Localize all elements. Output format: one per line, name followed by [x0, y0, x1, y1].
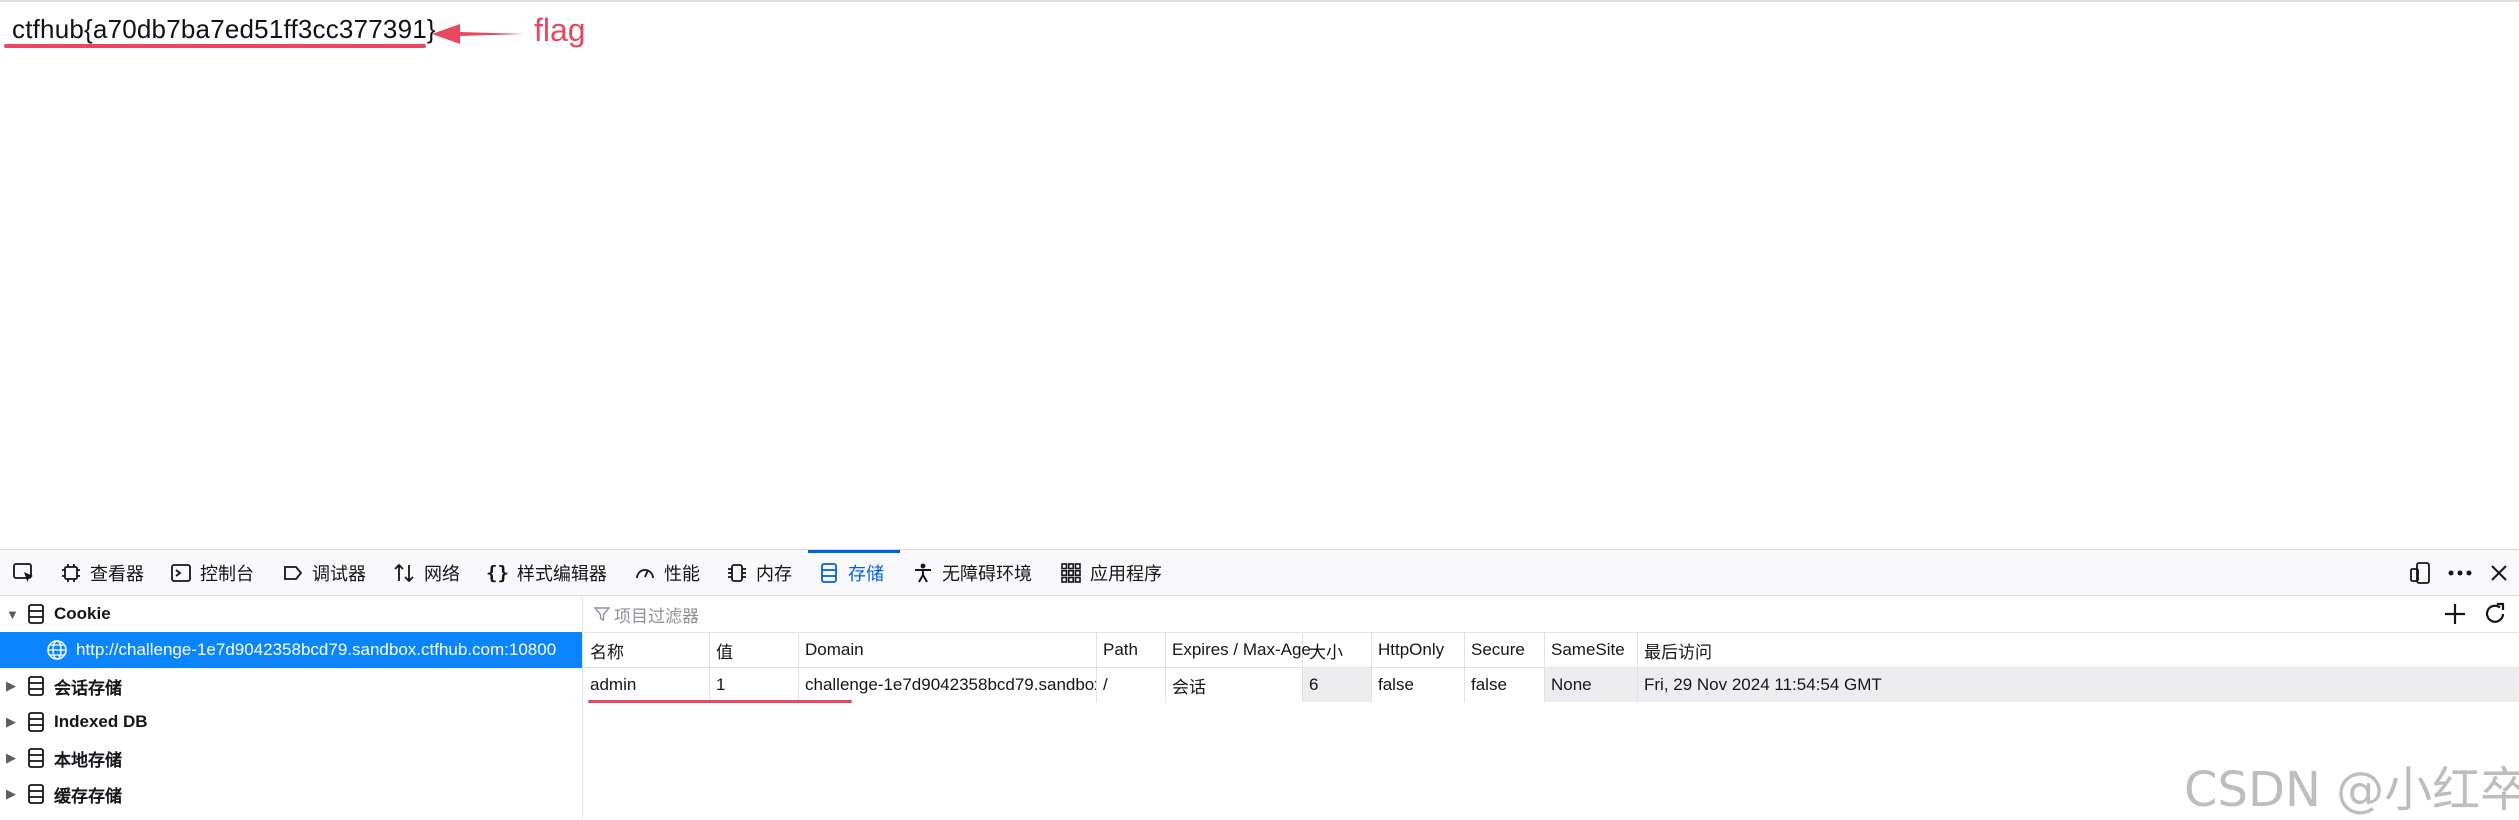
tab-label: 控制台 — [200, 563, 254, 584]
cell-expires[interactable]: 会话 — [1166, 668, 1303, 702]
tab-label: 内存 — [756, 563, 792, 584]
tab-label: 查看器 — [90, 563, 144, 584]
cell-secure[interactable]: false — [1465, 668, 1545, 702]
more-options-button[interactable] — [2446, 550, 2482, 595]
tab-memory[interactable]: 内存 — [726, 550, 792, 595]
cookie-underline-annotation — [588, 700, 852, 703]
column-header-httponly[interactable]: HttpOnly — [1372, 633, 1465, 667]
more-dots-icon — [2448, 570, 2472, 575]
column-header-expires[interactable]: Expires / Max-Age — [1166, 633, 1311, 667]
filter-icon — [594, 607, 610, 622]
storage-icon — [28, 604, 44, 624]
responsive-design-icon — [2410, 561, 2430, 584]
devtools-toolbar: 查看器 控制台 调试器 网络 {} 样式编辑器 性能 内存 存储 无障碍环境 应… — [0, 550, 2519, 596]
tab-application[interactable]: 应用程序 — [1060, 550, 1162, 595]
collapsed-triangle-icon: ▶ — [6, 678, 16, 693]
element-picker-button[interactable] — [12, 550, 44, 595]
globe-icon — [47, 640, 67, 660]
flag-annotation-label: flag — [534, 12, 586, 48]
column-header-size[interactable]: 大小 — [1303, 633, 1372, 667]
close-devtools-button[interactable] — [2488, 550, 2518, 595]
filter-placeholder: 项目过滤器 — [614, 606, 699, 626]
table-header: 名称 值 Domain Path Expires / Max-Age 大小 Ht… — [584, 633, 2519, 668]
close-icon — [2491, 564, 2507, 581]
collapsed-triangle-icon: ▶ — [6, 750, 16, 765]
column-header-value[interactable]: 值 — [710, 633, 799, 667]
filter-bar: 项目过滤器 — [584, 596, 2519, 633]
tab-label: 网络 — [424, 563, 460, 584]
column-header-domain[interactable]: Domain — [799, 633, 1097, 667]
column-header-name[interactable]: 名称 — [584, 633, 710, 667]
performance-icon — [636, 568, 654, 578]
storage-icon — [28, 676, 44, 696]
storage-icon — [28, 712, 44, 732]
tab-label: 存储 — [848, 563, 884, 584]
filter-input[interactable]: 项目过滤器 — [594, 596, 699, 632]
collapsed-triangle-icon: ▶ — [6, 786, 16, 801]
tree-item-label: 本地存储 — [54, 750, 122, 770]
tree-item-cache-storage[interactable]: ▶ 缓存存储 — [0, 776, 582, 812]
tree-item-host[interactable]: http://challenge-1e7d9042358bcd79.sandbo… — [0, 632, 582, 668]
column-header-samesite[interactable]: SameSite — [1545, 633, 1638, 667]
inspector-icon — [62, 563, 80, 582]
flag-text: ctfhub{a70db7ba7ed51ff3cc377391} — [12, 14, 436, 44]
tree-item-label: Cookie — [54, 604, 111, 623]
column-header-path[interactable]: Path — [1097, 633, 1166, 667]
devtools-panel: 查看器 控制台 调试器 网络 {} 样式编辑器 性能 内存 存储 无障碍环境 应… — [0, 549, 2519, 819]
cell-value[interactable]: 1 — [710, 668, 799, 702]
tab-accessibility[interactable]: 无障碍环境 — [912, 550, 1032, 595]
tab-label: 调试器 — [312, 563, 366, 584]
cell-domain[interactable]: challenge-1e7d9042358bcd79.sandbox.ctfhu… — [799, 668, 1097, 702]
tab-debugger[interactable]: 调试器 — [282, 550, 366, 595]
tab-label: 应用程序 — [1090, 563, 1162, 584]
cell-last-accessed[interactable]: Fri, 29 Nov 2024 11:54:54 GMT — [1638, 668, 2519, 702]
column-header-secure[interactable]: Secure — [1465, 633, 1545, 667]
application-icon — [1061, 562, 1081, 583]
style-editor-icon: {} — [486, 561, 509, 584]
memory-icon — [728, 563, 746, 582]
tab-storage[interactable]: 存储 — [818, 550, 884, 595]
add-item-button[interactable] — [2441, 600, 2469, 628]
tree-item-cookie[interactable]: ▼ Cookie — [0, 596, 582, 632]
cell-httponly[interactable]: false — [1372, 668, 1465, 702]
tree-item-label: http://challenge-1e7d9042358bcd79.sandbo… — [76, 640, 557, 659]
tree-item-label: Indexed DB — [54, 712, 148, 731]
tab-style-editor[interactable]: {} 样式编辑器 — [486, 550, 607, 595]
cell-name[interactable]: admin — [584, 668, 710, 702]
tree-item-label: 会话存储 — [54, 678, 122, 698]
accessibility-icon — [915, 563, 931, 582]
storage-icon — [821, 562, 837, 583]
console-icon — [171, 563, 191, 582]
tab-performance[interactable]: 性能 — [634, 550, 700, 595]
tree-item-label: 缓存存储 — [54, 786, 122, 806]
collapsed-triangle-icon: ▶ — [6, 714, 16, 729]
tree-item-session-storage[interactable]: ▶ 会话存储 — [0, 668, 582, 704]
storage-sidebar: ▼ Cookie http://challenge-1e7d9042358bcd… — [0, 596, 583, 819]
tab-inspector[interactable]: 查看器 — [60, 550, 144, 595]
debugger-icon — [284, 565, 303, 580]
refresh-button[interactable] — [2481, 600, 2509, 628]
tab-network[interactable]: 网络 — [392, 550, 460, 595]
tree-item-local-storage[interactable]: ▶ 本地存储 — [0, 740, 582, 776]
storage-icon — [28, 748, 44, 768]
watermark: CSDN @小红卒 — [2184, 762, 2519, 818]
arrow-left-icon — [432, 24, 524, 44]
element-picker-icon — [13, 562, 33, 582]
expanded-triangle-icon: ▼ — [6, 606, 19, 622]
tree-item-indexed-db[interactable]: ▶ Indexed DB — [0, 704, 582, 740]
responsive-design-button[interactable] — [2408, 550, 2440, 595]
page-top-border — [0, 0, 2519, 2]
tab-label: 样式编辑器 — [516, 563, 607, 584]
storage-icon — [28, 784, 44, 804]
cell-path[interactable]: / — [1097, 668, 1166, 702]
tab-label: 性能 — [664, 563, 700, 584]
network-icon — [394, 563, 414, 582]
column-header-last-accessed[interactable]: 最后访问 — [1638, 633, 2519, 667]
tab-label: 无障碍环境 — [942, 563, 1032, 584]
table-row[interactable]: admin 1 challenge-1e7d9042358bcd79.sandb… — [584, 668, 2519, 702]
flag-underline-annotation — [4, 44, 426, 48]
tab-console[interactable]: 控制台 — [170, 550, 254, 595]
cell-samesite[interactable]: None — [1545, 668, 1638, 702]
cell-size[interactable]: 6 — [1303, 668, 1372, 702]
